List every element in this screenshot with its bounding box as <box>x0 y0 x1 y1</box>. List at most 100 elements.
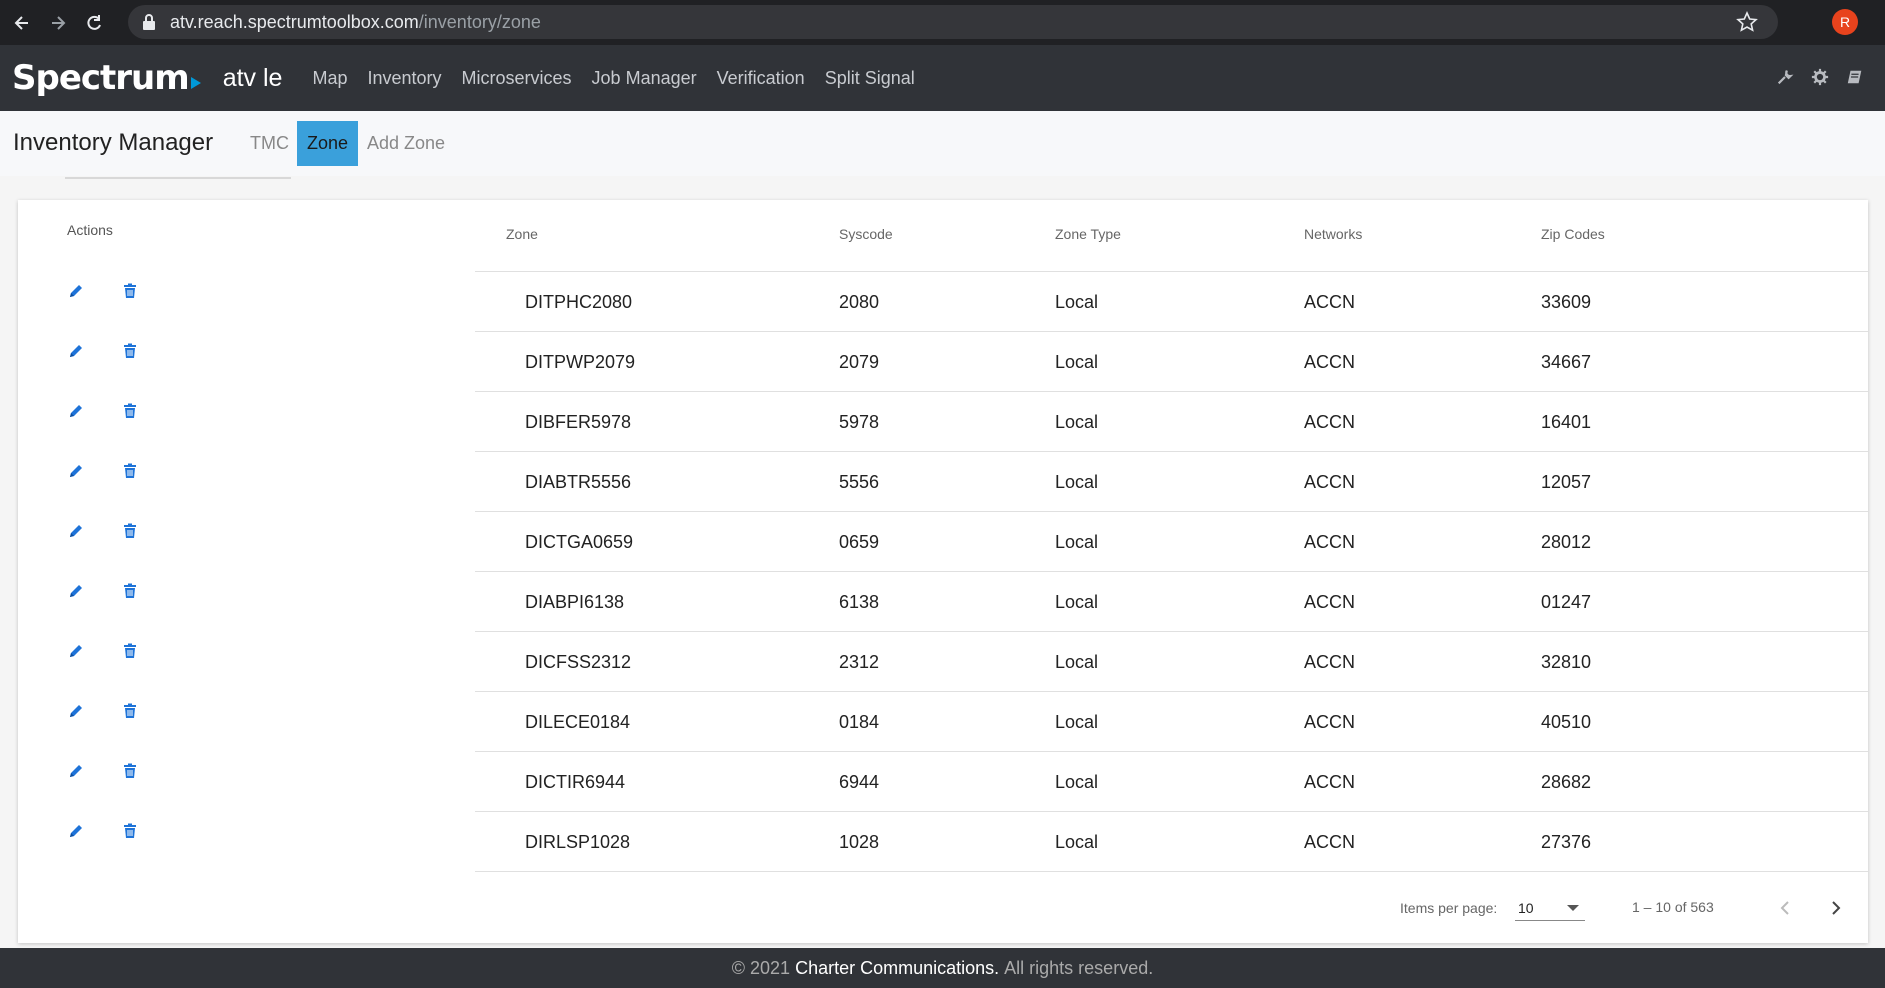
row-actions <box>18 762 218 782</box>
footer: © 2021 Charter Communications. All right… <box>0 948 1885 988</box>
next-page-button[interactable] <box>1824 893 1848 923</box>
delete-trash-icon[interactable] <box>121 282 139 300</box>
edit-pencil-icon[interactable] <box>67 582 85 600</box>
table-row[interactable]: DILECE0184 0184 Local ACCN 40510 <box>475 692 1868 752</box>
table-row[interactable]: DIRLSP1028 1028 Local ACCN 27376 <box>475 812 1868 872</box>
cell-syscode: 6138 <box>839 592 880 612</box>
cell-zone: DICTIR6944 <box>525 772 626 792</box>
profile-avatar[interactable]: R <box>1832 9 1858 35</box>
zone-table-card: Actions Zone Syscode Zone Type Networks … <box>18 200 1868 943</box>
cell-zone-type: Local <box>1055 832 1099 852</box>
cell-zip-code: 28012 <box>1541 532 1592 552</box>
tab-zone[interactable]: Zone <box>297 121 359 166</box>
cell-networks: ACCN <box>1304 772 1356 792</box>
table-row[interactable]: DITPWP2079 2079 Local ACCN 34667 <box>475 332 1868 392</box>
column-header-zone[interactable]: Zone <box>506 226 538 242</box>
wrench-icon[interactable] <box>1775 67 1795 87</box>
column-header-zip-codes[interactable]: Zip Codes <box>1541 226 1605 242</box>
table-row[interactable]: DITPHC2080 2080 Local ACCN 33609 <box>475 272 1868 332</box>
address-bar[interactable]: atv.reach.spectrumtoolbox.com/inventory/… <box>128 5 1778 39</box>
bookmark-star-icon[interactable] <box>1736 11 1758 33</box>
tab-add-zone[interactable]: Add Zone <box>357 121 455 166</box>
sub-header: Inventory Manager TMC Zone Add Zone <box>0 111 1885 179</box>
table-row[interactable]: DICFSS2312 2312 Local ACCN 32810 <box>475 632 1868 692</box>
delete-trash-icon[interactable] <box>121 342 139 360</box>
edit-pencil-icon[interactable] <box>67 762 85 780</box>
cell-zone-type: Local <box>1055 352 1099 372</box>
nav-job-manager[interactable]: Job Manager <box>592 68 697 89</box>
chevron-down-icon <box>1567 905 1579 911</box>
row-actions <box>18 402 218 422</box>
cell-syscode: 6944 <box>839 772 880 792</box>
nav-split-signal[interactable]: Split Signal <box>825 68 915 89</box>
edit-pencil-icon[interactable] <box>67 282 85 300</box>
delete-trash-icon[interactable] <box>121 462 139 480</box>
delete-trash-icon[interactable] <box>121 702 139 720</box>
cell-syscode: 1028 <box>839 832 880 852</box>
edit-pencil-icon[interactable] <box>67 642 85 660</box>
column-header-networks[interactable]: Networks <box>1304 226 1362 242</box>
delete-trash-icon[interactable] <box>121 402 139 420</box>
row-actions <box>18 342 218 362</box>
row-actions <box>18 642 218 662</box>
edit-pencil-icon[interactable] <box>67 402 85 420</box>
table-row[interactable]: DIBFER5978 5978 Local ACCN 16401 <box>475 392 1868 452</box>
spectrum-logo[interactable]: Spectrum <box>12 58 201 98</box>
table-row[interactable]: DIABPI6138 6138 Local ACCN 01247 <box>475 572 1868 632</box>
gear-icon[interactable] <box>1810 67 1830 87</box>
reload-icon[interactable] <box>80 9 108 37</box>
cell-networks: ACCN <box>1304 532 1356 552</box>
delete-trash-icon[interactable] <box>121 762 139 780</box>
nav-microservices[interactable]: Microservices <box>462 68 572 89</box>
environment-label: atv le <box>222 63 283 92</box>
cell-networks: ACCN <box>1304 712 1356 732</box>
edit-pencil-icon[interactable] <box>67 822 85 840</box>
cell-zone-type: Local <box>1055 592 1099 612</box>
url-host: atv.reach.spectrumtoolbox.com <box>170 11 419 32</box>
cell-zone-type: Local <box>1055 532 1099 552</box>
forward-icon[interactable] <box>44 9 72 37</box>
cell-zip-code: 01247 <box>1541 592 1592 612</box>
cell-zip-code: 12057 <box>1541 472 1592 492</box>
footer-company[interactable]: Charter Communications. <box>795 958 999 979</box>
delete-trash-icon[interactable] <box>121 582 139 600</box>
nav-verification[interactable]: Verification <box>717 68 805 89</box>
cell-zip-code: 40510 <box>1541 712 1592 732</box>
items-per-page-select[interactable]: 10 <box>1515 895 1585 921</box>
edit-pencil-icon[interactable] <box>67 462 85 480</box>
delete-trash-icon[interactable] <box>121 522 139 540</box>
main-nav: Map Inventory Microservices Job Manager … <box>312 68 934 89</box>
tab-tmc[interactable]: TMC <box>240 121 299 166</box>
delete-trash-icon[interactable] <box>121 822 139 840</box>
table-row[interactable]: DICTIR6944 6944 Local ACCN 28682 <box>475 752 1868 812</box>
table-row[interactable]: DICTGA0659 0659 Local ACCN 28012 <box>475 512 1868 572</box>
table-row[interactable]: DIABTR5556 5556 Local ACCN 12057 <box>475 452 1868 512</box>
cell-networks: ACCN <box>1304 592 1356 612</box>
edit-pencil-icon[interactable] <box>67 702 85 720</box>
cell-zone: DITPWP2079 <box>525 352 636 372</box>
cell-zip-code: 34667 <box>1541 352 1592 372</box>
back-icon[interactable] <box>8 9 36 37</box>
edit-pencil-icon[interactable] <box>67 342 85 360</box>
header-icons <box>1760 67 1865 87</box>
cell-zone: DIABPI6138 <box>525 592 625 612</box>
previous-page-button[interactable] <box>1773 893 1797 923</box>
cell-zone-type: Local <box>1055 772 1099 792</box>
cell-networks: ACCN <box>1304 832 1356 852</box>
cell-syscode: 5978 <box>839 412 880 432</box>
cell-zone: DIRLSP1028 <box>525 832 631 852</box>
cell-syscode: 0659 <box>839 532 880 552</box>
cell-zone-type: Local <box>1055 472 1099 492</box>
cell-zone: DIABTR5556 <box>525 472 632 492</box>
cell-zip-code: 27376 <box>1541 832 1592 852</box>
footer-copyright: © 2021 <box>731 957 791 978</box>
book-icon[interactable] <box>1845 67 1865 87</box>
row-actions <box>18 582 218 602</box>
nav-inventory[interactable]: Inventory <box>367 68 441 89</box>
edit-pencil-icon[interactable] <box>67 522 85 540</box>
logo-arrow-icon <box>190 77 201 89</box>
nav-map[interactable]: Map <box>312 68 347 89</box>
delete-trash-icon[interactable] <box>121 642 139 660</box>
column-header-zone-type[interactable]: Zone Type <box>1055 226 1121 242</box>
column-header-syscode[interactable]: Syscode <box>839 226 893 242</box>
